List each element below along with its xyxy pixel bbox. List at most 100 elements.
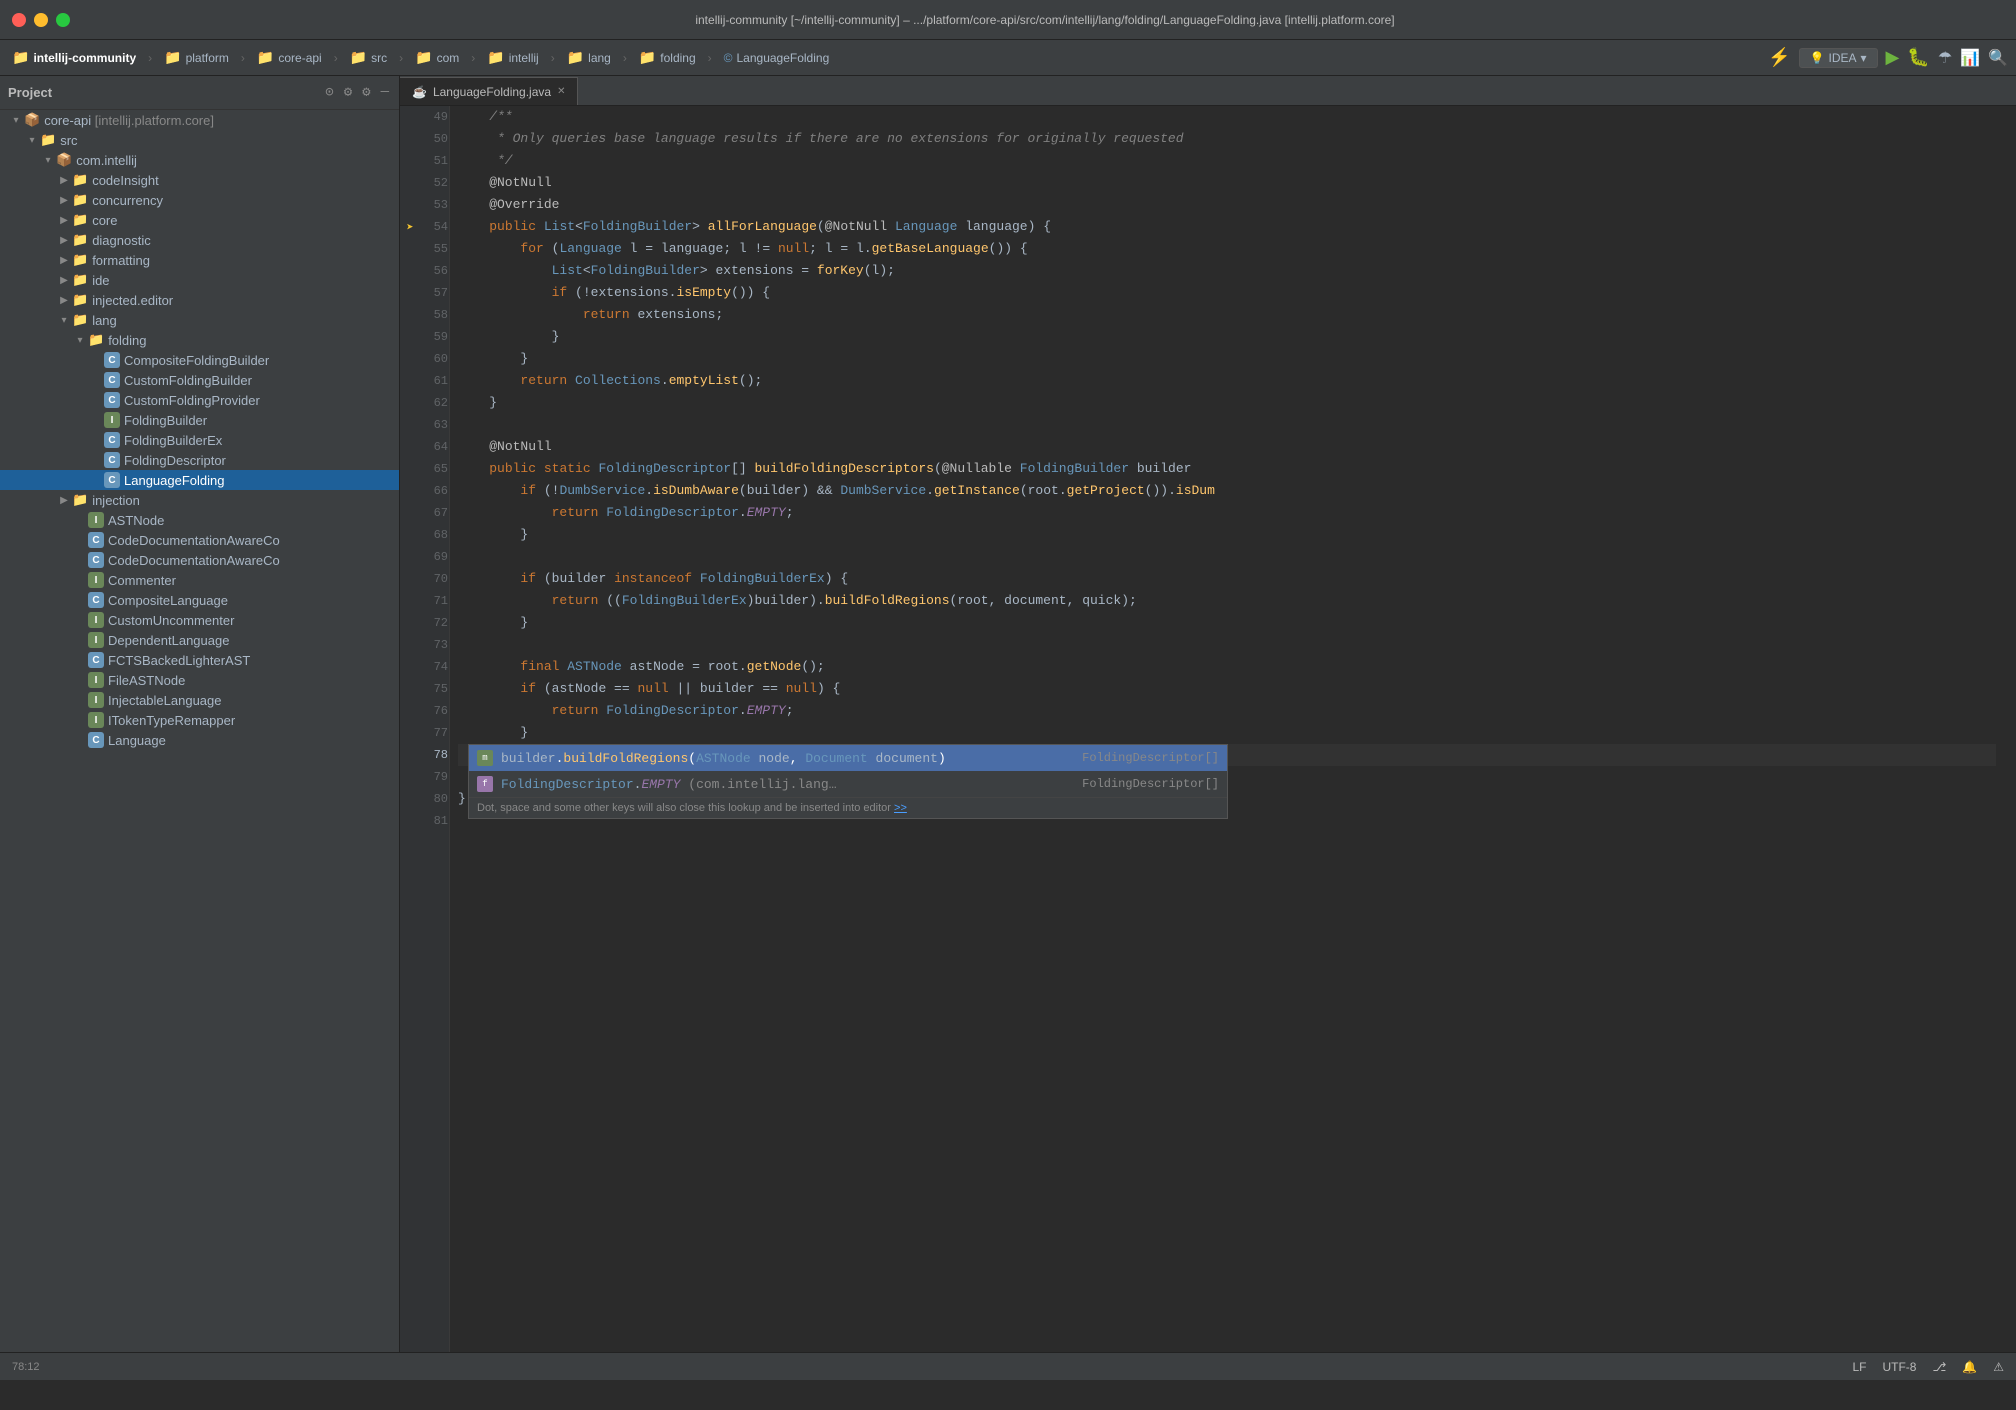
class-i-icon: I: [88, 572, 104, 588]
tree-item-custom-uncommenter[interactable]: I CustomUncommenter: [0, 610, 399, 630]
tree-item-language[interactable]: C Language: [0, 730, 399, 750]
nav-src[interactable]: 📁 src: [346, 47, 391, 68]
tree-item-core-api[interactable]: ▾ 📦 core-api [intellij.platform.core]: [0, 110, 399, 130]
class-i-icon: I: [88, 712, 104, 728]
collapse-icon[interactable]: —: [379, 82, 391, 103]
collapsed-arrow-icon: ▶: [56, 215, 72, 226]
tree-label: injection: [92, 493, 140, 508]
tree-item-folding-builder[interactable]: I FoldingBuilder: [0, 410, 399, 430]
tree-item-codeinsight[interactable]: ▶ 📁 codeInsight: [0, 170, 399, 190]
main-layout: Project ⊙ ⚙ ⚙ — ▾ 📦 core-api [intellij.p…: [0, 76, 2016, 1352]
gutter-line: [400, 546, 420, 568]
code-line-71: return ((FoldingBuilderEx)builder).build…: [458, 590, 1996, 612]
line-num-75: 75: [420, 678, 450, 700]
ac-hint-link[interactable]: >>: [894, 802, 907, 814]
profile-button[interactable]: 📊: [1960, 48, 1980, 68]
class-c-icon: C: [88, 592, 104, 608]
tree-item-lang[interactable]: ▾ 📁 lang: [0, 310, 399, 330]
tree-label: FCTSBackedLighterAST: [108, 653, 250, 668]
tree-item-composite-folding-builder[interactable]: C CompositeFoldingBuilder: [0, 350, 399, 370]
nav-com[interactable]: 📁 com: [411, 47, 463, 68]
tree-item-astnode[interactable]: I ASTNode: [0, 510, 399, 530]
nav-folding[interactable]: 📁 folding: [635, 47, 700, 68]
code-line-77: }: [458, 722, 1996, 744]
tab-close-icon[interactable]: ✕: [557, 86, 565, 97]
nav-core-api[interactable]: 📁 core-api: [253, 47, 326, 68]
tree-item-injection[interactable]: ▶ 📁 injection: [0, 490, 399, 510]
nav-lang[interactable]: 📁 lang: [563, 47, 615, 68]
scope-icon[interactable]: ⊙: [323, 82, 335, 103]
code-content[interactable]: /** * Only queries base language results…: [450, 106, 2004, 1352]
code-editor[interactable]: ➤: [400, 106, 2016, 1352]
gutter-line: [400, 348, 420, 370]
vertical-scrollbar[interactable]: [2004, 106, 2016, 1352]
minimize-button[interactable]: [34, 13, 48, 27]
tree-item-concurrency[interactable]: ▶ 📁 concurrency: [0, 190, 399, 210]
package-icon: 📦: [56, 152, 72, 168]
tree-item-fcts-backed[interactable]: C FCTSBackedLighterAST: [0, 650, 399, 670]
folder-icon: 📁: [72, 492, 88, 508]
gutter-line: [400, 612, 420, 634]
maximize-button[interactable]: [56, 13, 70, 27]
nav-platform[interactable]: 📁 platform: [160, 47, 233, 68]
line-num-78: 78: [420, 744, 450, 766]
line-num-61: 61: [420, 370, 450, 392]
gear-icon[interactable]: ⚙: [360, 82, 372, 103]
tree-item-dependent-language[interactable]: I DependentLanguage: [0, 630, 399, 650]
tree-item-code-doc-co2[interactable]: C CodeDocumentationAwareCo: [0, 550, 399, 570]
close-button[interactable]: [12, 13, 26, 27]
run-button[interactable]: ▶: [1886, 47, 1900, 68]
tree-item-commenter[interactable]: I Commenter: [0, 570, 399, 590]
line-separator-status[interactable]: LF: [1852, 1360, 1866, 1374]
gutter-line: [400, 436, 420, 458]
gutter-line: [400, 282, 420, 304]
tree-item-formatting[interactable]: ▶ 📁 formatting: [0, 250, 399, 270]
tree-item-ide[interactable]: ▶ 📁 ide: [0, 270, 399, 290]
tree-item-com-intellij[interactable]: ▾ 📦 com.intellij: [0, 150, 399, 170]
nav-class[interactable]: © LanguageFolding: [720, 49, 834, 67]
tree-item-folding-builder-ex[interactable]: C FoldingBuilderEx: [0, 430, 399, 450]
tree-item-file-astnode[interactable]: I FileASTNode: [0, 670, 399, 690]
gutter-line: [400, 260, 420, 282]
tree-item-composite-language[interactable]: C CompositeLanguage: [0, 590, 399, 610]
tree-item-folding[interactable]: ▾ 📁 folding: [0, 330, 399, 350]
tree-item-custom-folding-builder[interactable]: C CustomFoldingBuilder: [0, 370, 399, 390]
encoding-status[interactable]: UTF-8: [1882, 1360, 1916, 1374]
tree-item-itoken-type-remapper[interactable]: I ITokenTypeRemapper: [0, 710, 399, 730]
autocomplete-popup[interactable]: m builder.buildFoldRegions(ASTNode node,…: [468, 744, 1228, 819]
gutter-line: [400, 744, 420, 766]
tree-item-src[interactable]: ▾ 📁 src: [0, 130, 399, 150]
event-log-icon[interactable]: 🔔: [1962, 1360, 1977, 1374]
tree-item-core[interactable]: ▶ 📁 core: [0, 210, 399, 230]
coverage-button[interactable]: ☂: [1938, 48, 1952, 68]
folder-icon: 📁: [72, 212, 88, 228]
project-sidebar[interactable]: Project ⊙ ⚙ ⚙ — ▾ 📦 core-api [intellij.p…: [0, 76, 400, 1352]
tree-item-injectable-language[interactable]: I InjectableLanguage: [0, 690, 399, 710]
nav-intellij[interactable]: 📁 intellij: [483, 47, 542, 68]
search-everywhere-button[interactable]: 🔍: [1988, 48, 2008, 68]
navigate-back-icon[interactable]: ⚡: [1768, 47, 1790, 68]
code-line-57: if (!extensions.isEmpty()) {: [458, 282, 1996, 304]
tree-label: concurrency: [92, 193, 163, 208]
collapsed-arrow-icon: ▶: [56, 255, 72, 266]
tree-item-folding-descriptor[interactable]: C FoldingDescriptor: [0, 450, 399, 470]
git-icon[interactable]: ⎇: [1932, 1360, 1946, 1374]
problems-icon[interactable]: ⚠: [1993, 1360, 2004, 1374]
tree-item-custom-folding-provider[interactable]: C CustomFoldingProvider: [0, 390, 399, 410]
debug-button[interactable]: 🐛: [1907, 47, 1929, 68]
ac-item-0[interactable]: m builder.buildFoldRegions(ASTNode node,…: [469, 745, 1227, 771]
tree-item-language-folding[interactable]: C LanguageFolding: [0, 470, 399, 490]
code-line-54: public List<FoldingBuilder> allForLangua…: [458, 216, 1996, 238]
settings-cog-icon[interactable]: ⚙: [342, 82, 354, 103]
tree-label: LanguageFolding: [124, 473, 224, 488]
tree-item-diagnostic[interactable]: ▶ 📁 diagnostic: [0, 230, 399, 250]
idea-icon: 💡: [1810, 51, 1825, 65]
tab-language-folding[interactable]: ☕ LanguageFolding.java ✕: [400, 77, 578, 105]
run-config-dropdown[interactable]: 💡 IDEA ▾: [1799, 48, 1878, 68]
editor-area: ☕ LanguageFolding.java ✕ ➤: [400, 76, 2016, 1352]
nav-project[interactable]: 📁 intellij-community: [8, 47, 140, 68]
tree-item-code-doc-co1[interactable]: C CodeDocumentationAwareCo: [0, 530, 399, 550]
tree-item-injected-editor[interactable]: ▶ 📁 injected.editor: [0, 290, 399, 310]
gutter-line: [400, 678, 420, 700]
ac-item-1[interactable]: f FoldingDescriptor.EMPTY (com.intellij.…: [469, 771, 1227, 797]
